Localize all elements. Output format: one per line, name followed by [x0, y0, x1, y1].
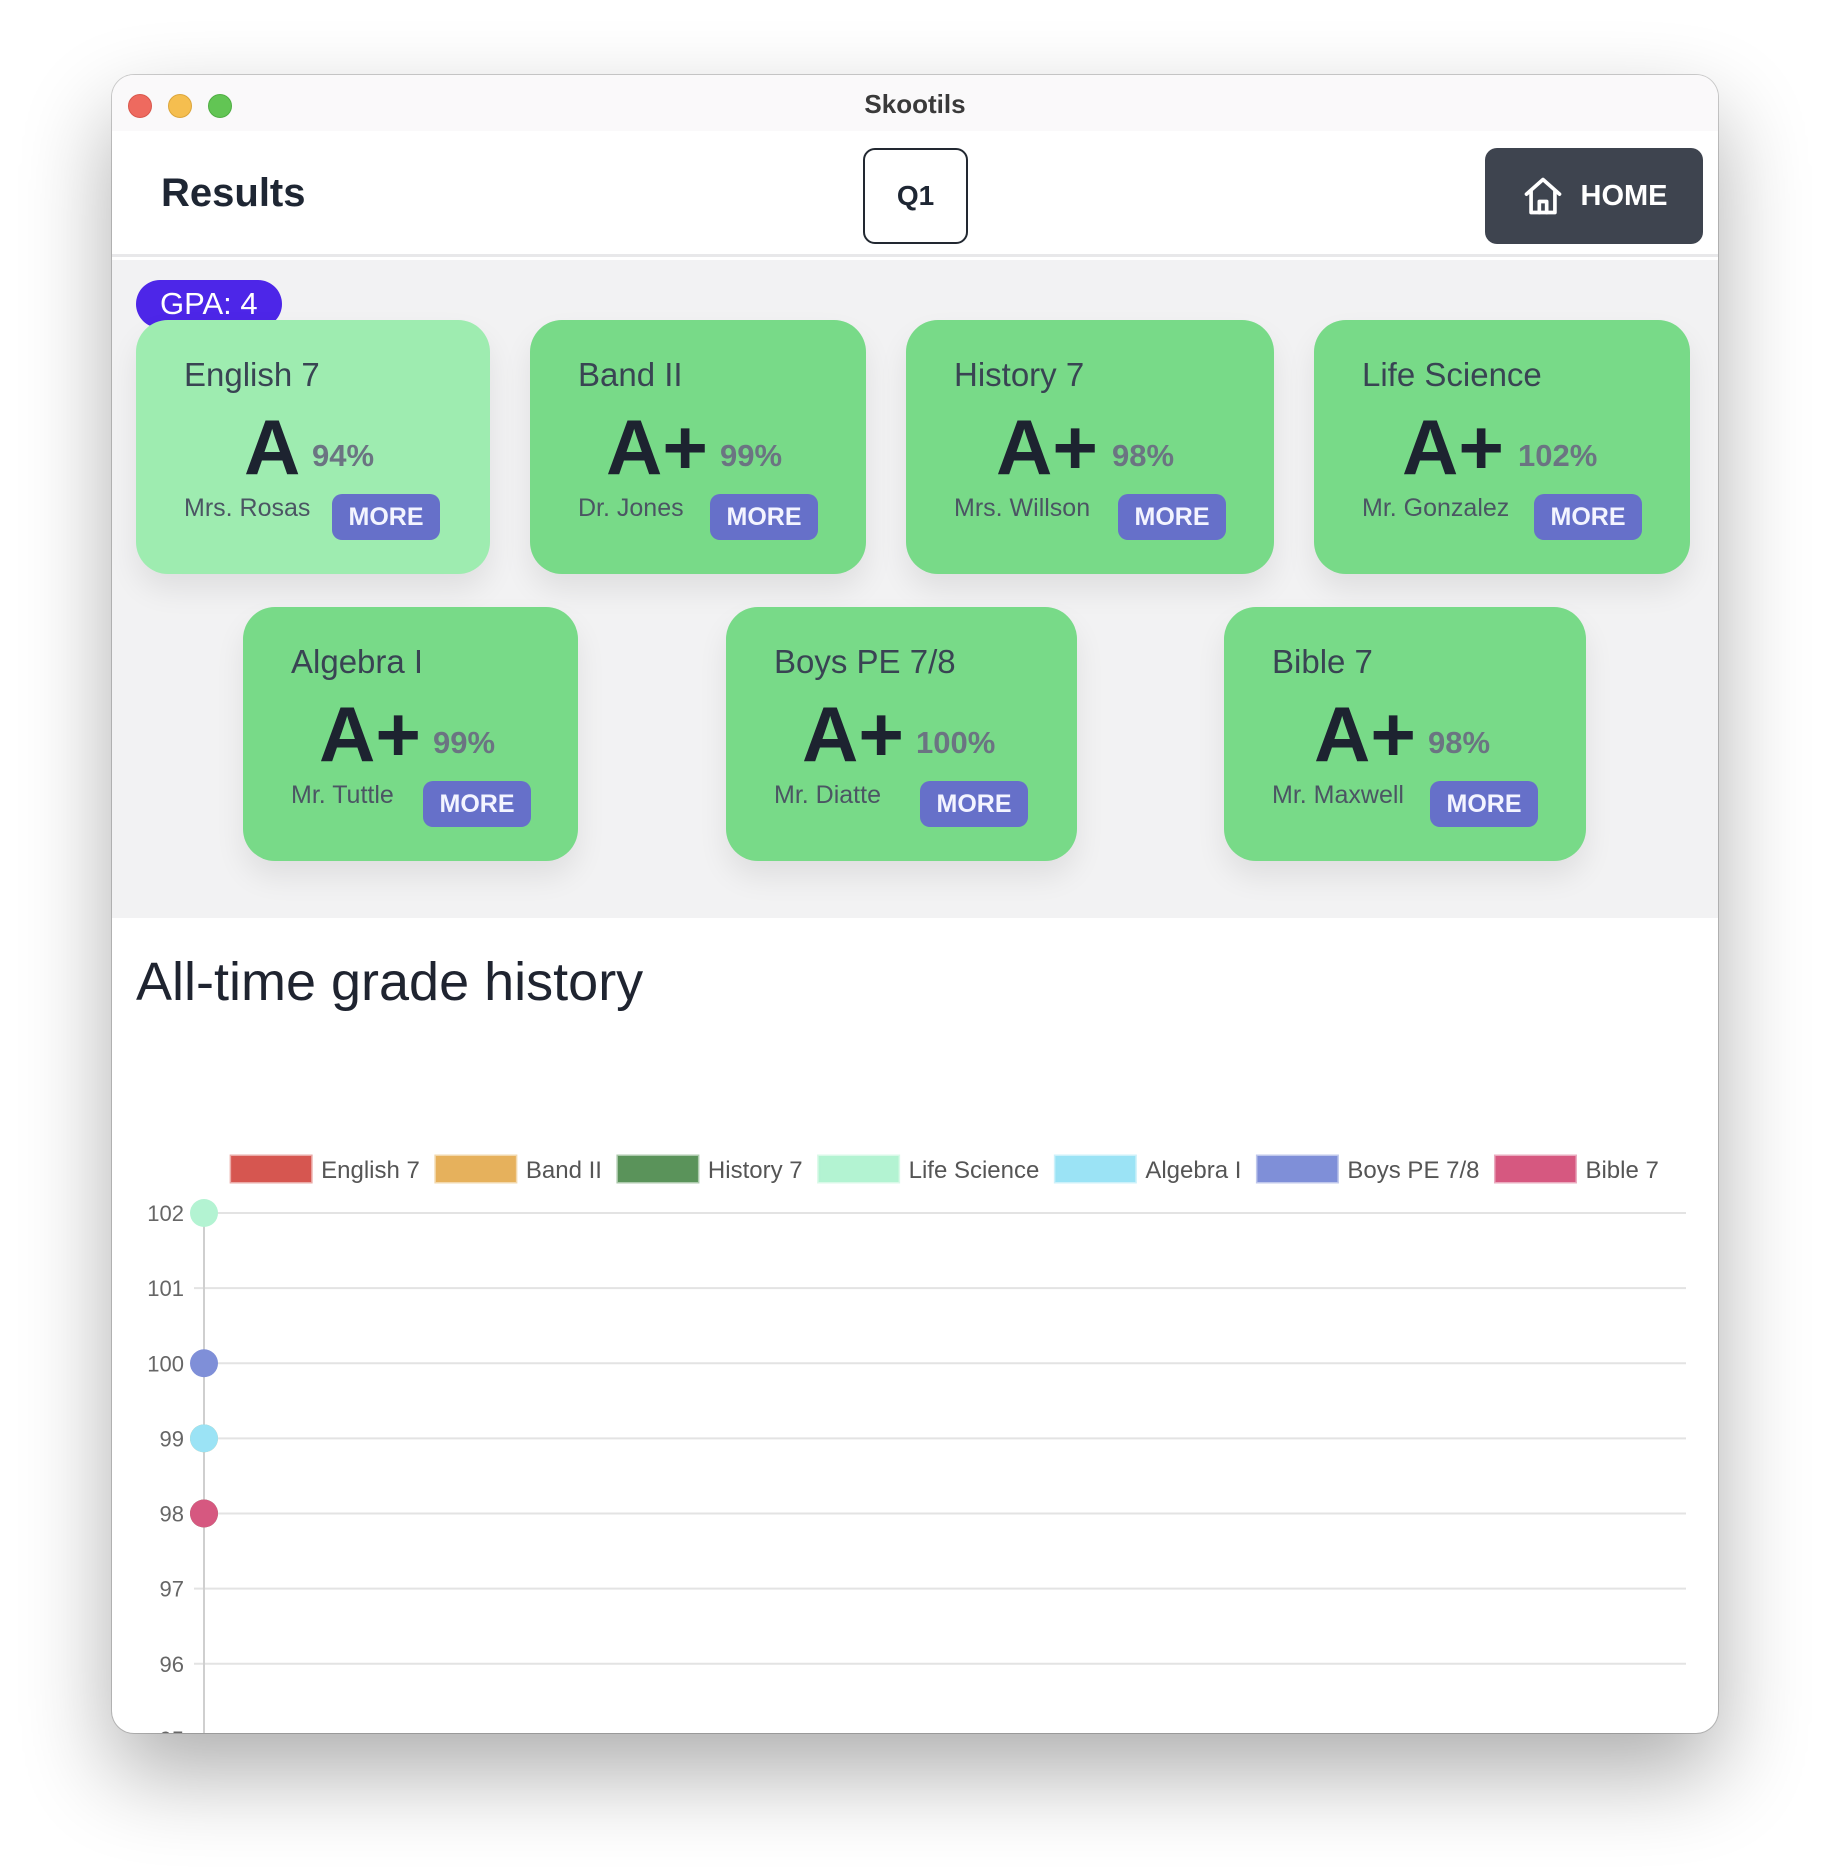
home-button[interactable]: HOME [1485, 148, 1703, 244]
app-window: Skootils Results Q1 HOME GPA: 4 English … [112, 75, 1718, 1733]
y-tick-label: 99 [160, 1426, 184, 1451]
home-icon [1524, 177, 1561, 215]
more-button[interactable]: MORE [1430, 781, 1538, 827]
legend-swatch [1053, 1154, 1137, 1184]
data-point [190, 1199, 218, 1227]
window-title: Skootils [864, 89, 966, 119]
y-tick-label: 96 [160, 1652, 184, 1677]
history-title: All-time grade history [136, 952, 644, 1012]
legend-label: Boys PE 7/8 [1347, 1157, 1479, 1184]
legend-swatch [1493, 1154, 1577, 1184]
course-name: Bible 7 [1272, 643, 1373, 680]
more-button[interactable]: MORE [423, 781, 531, 827]
more-button[interactable]: MORE [332, 494, 440, 540]
legend-label: Band II [526, 1157, 602, 1184]
course-name: Algebra I [291, 643, 424, 680]
data-point [190, 1424, 218, 1453]
top-bar: Results Q1 HOME [112, 131, 1718, 257]
grades-panel: GPA: 4 English 7 A 94% Mrs. Rosas MORE B… [112, 260, 1718, 918]
course-name: Boys PE 7/8 [774, 643, 956, 680]
legend-label: English 7 [321, 1157, 420, 1184]
course-teacher: Mr. Tuttle [291, 781, 394, 809]
course-letter-grade: A+ [606, 403, 708, 491]
y-tick-label: 102 [147, 1201, 184, 1226]
course-name: Band II [578, 356, 683, 393]
course-letter-grade: A+ [996, 403, 1098, 491]
course-percentage: 99% [720, 438, 783, 473]
course-percentage: 102% [1518, 438, 1598, 473]
legend-label: History 7 [708, 1157, 803, 1184]
legend-swatch [229, 1154, 313, 1184]
course-card-band-ii: Band II A+ 99% Dr. Jones MORE [530, 320, 866, 574]
course-teacher: Mrs. Rosas [184, 494, 311, 522]
page-title: Results [161, 171, 306, 215]
legend-swatch [616, 1154, 700, 1184]
legend-swatch [817, 1154, 901, 1184]
more-button[interactable]: MORE [1534, 494, 1642, 540]
y-tick-label: 101 [147, 1276, 184, 1301]
course-percentage: 94% [312, 438, 375, 473]
course-name: Life Science [1362, 356, 1542, 393]
course-teacher: Mr. Maxwell [1272, 781, 1404, 809]
course-letter-grade: A+ [319, 690, 421, 778]
course-name: English 7 [184, 356, 320, 393]
legend-label: Algebra I [1145, 1157, 1241, 1184]
course-letter-grade: A+ [1314, 690, 1416, 778]
course-card-history-7: History 7 A+ 98% Mrs. Willson MORE [906, 320, 1274, 574]
course-letter-grade: A+ [802, 690, 904, 778]
course-teacher: Mrs. Willson [954, 494, 1091, 522]
course-teacher: Dr. Jones [578, 494, 684, 522]
y-tick-label: 100 [147, 1351, 184, 1376]
course-teacher: Mr. Gonzalez [1362, 494, 1510, 522]
more-button[interactable]: MORE [710, 494, 818, 540]
more-button[interactable]: MORE [920, 781, 1028, 827]
course-card-bible-7: Bible 7 A+ 98% Mr. Maxwell MORE [1224, 607, 1586, 861]
course-percentage: 100% [916, 725, 996, 760]
course-name: History 7 [954, 356, 1085, 393]
y-tick-label: 97 [160, 1577, 184, 1602]
more-button[interactable]: MORE [1118, 494, 1226, 540]
course-percentage: 99% [433, 725, 496, 760]
data-point [190, 1349, 218, 1378]
quarter-selector-button[interactable]: Q1 [863, 148, 968, 244]
data-point [190, 1499, 218, 1528]
y-tick-label: 98 [160, 1502, 184, 1527]
title-bar: Skootils [112, 75, 1718, 131]
course-letter-grade: A+ [1402, 403, 1504, 491]
legend-swatch [434, 1154, 518, 1184]
course-percentage: 98% [1428, 725, 1491, 760]
y-tick-label: 95 [160, 1727, 184, 1733]
legend-label: Life Science [909, 1157, 1040, 1184]
grade-history-chart: 949596979899100101102Scrape #1English 7B… [147, 1154, 1686, 1733]
course-card-english-7: English 7 A 94% Mrs. Rosas MORE [136, 320, 490, 574]
course-card-life-science: Life Science A+ 102% Mr. Gonzalez MORE [1314, 320, 1690, 574]
course-card-boys-pe-7-8: Boys PE 7/8 A+ 100% Mr. Diatte MORE [726, 607, 1077, 861]
legend-swatch [1255, 1154, 1339, 1184]
course-letter-grade: A [244, 403, 301, 491]
course-percentage: 98% [1112, 438, 1175, 473]
home-button-label: HOME [1580, 179, 1668, 212]
course-card-algebra-i: Algebra I A+ 99% Mr. Tuttle MORE [243, 607, 578, 861]
course-teacher: Mr. Diatte [774, 781, 881, 809]
legend-label: Bible 7 [1585, 1157, 1658, 1184]
